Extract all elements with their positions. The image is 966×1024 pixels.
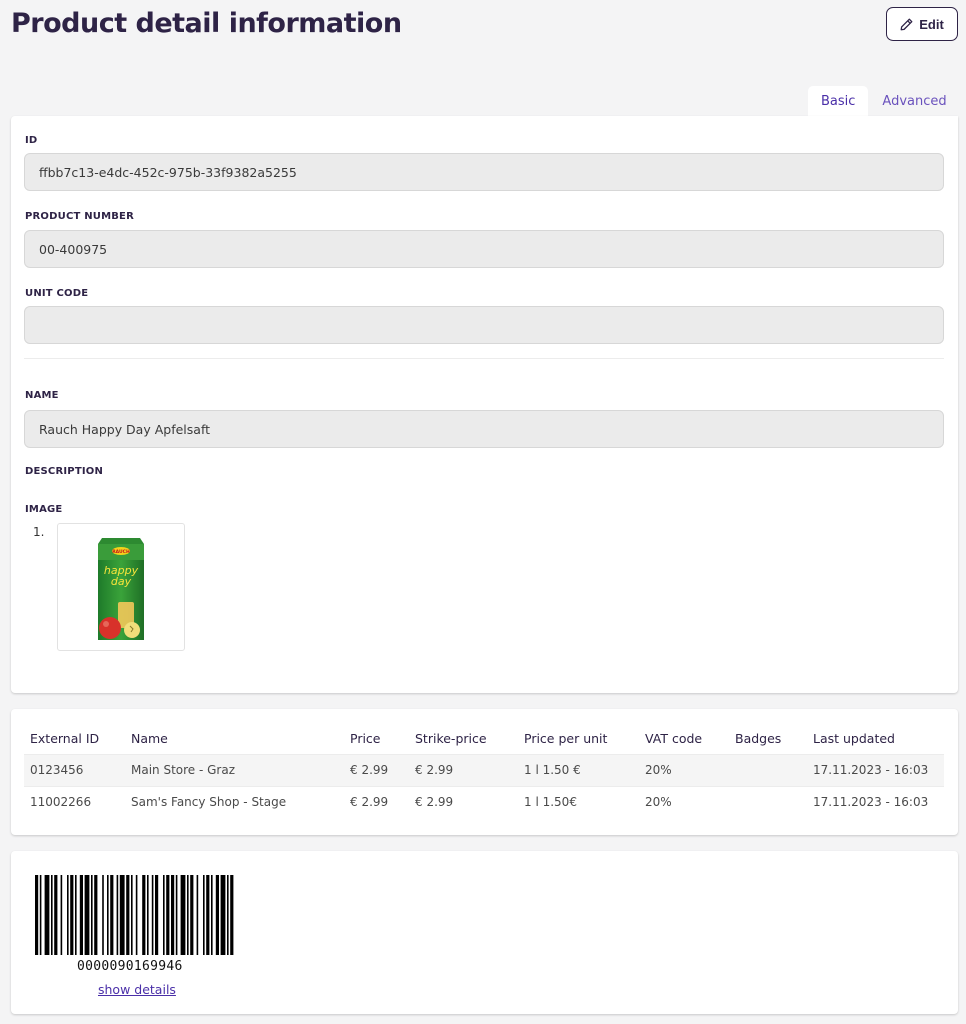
barcode-bar xyxy=(75,875,77,955)
barcode-bar xyxy=(79,875,83,955)
image-label: IMAGE xyxy=(25,504,63,515)
cell-name: Main Store - Graz xyxy=(125,753,344,786)
barcode-bar xyxy=(220,875,226,955)
barcode-bar xyxy=(54,875,58,955)
tab-advanced[interactable]: Advanced xyxy=(868,86,959,116)
barcode-bar xyxy=(190,875,194,955)
product-image[interactable]: RAUCH happy day xyxy=(57,523,185,651)
edit-button-label: Edit xyxy=(919,16,944,32)
barcode-card: 0000090169946 show details xyxy=(11,851,958,1014)
barcode-bar xyxy=(39,875,42,955)
barcode-bar xyxy=(116,875,119,955)
page-title: Product detail information xyxy=(11,8,402,39)
col-external-id: External ID xyxy=(30,730,100,746)
id-label: ID xyxy=(25,135,38,146)
barcode-bar xyxy=(60,875,63,955)
barcode-bar xyxy=(67,875,69,955)
col-price: Price xyxy=(350,730,381,746)
barcode-bar xyxy=(147,875,149,955)
show-details-link[interactable]: show details xyxy=(98,982,176,997)
barcode-bar xyxy=(196,875,199,955)
barcode-number: 0000090169946 xyxy=(77,959,183,974)
barcode-bar xyxy=(155,875,159,955)
col-vat-code: VAT code xyxy=(645,730,703,746)
basic-info-card: ID ffbb7c13-e4dc-452c-975b-33f9382a5255 … xyxy=(11,116,958,693)
barcode-bar xyxy=(131,875,133,955)
barcode-bar xyxy=(35,875,39,955)
cell-vat-code: 20% xyxy=(639,785,729,818)
barcode-bar xyxy=(180,875,186,955)
name-label: NAME xyxy=(25,390,59,401)
prices-table: External ID Name Price Strike-price Pric… xyxy=(24,723,944,818)
barcode-bar xyxy=(203,875,205,955)
barcode-bar xyxy=(187,875,189,955)
barcode-bar xyxy=(44,875,50,955)
cell-last-updated: 17.11.2023 - 16:03 xyxy=(807,753,944,786)
unit-code-field[interactable] xyxy=(24,306,944,344)
col-name: Name xyxy=(131,730,168,746)
product-number-label: PRODUCT NUMBER xyxy=(25,211,134,222)
barcode-bar xyxy=(84,875,90,955)
cell-external-id: 0123456 xyxy=(24,753,125,786)
name-field[interactable]: Rauch Happy Day Apfelsaft xyxy=(24,410,944,448)
pencil-icon xyxy=(900,18,913,30)
barcode-bar xyxy=(211,875,213,955)
divider xyxy=(24,358,944,359)
id-field[interactable]: ffbb7c13-e4dc-452c-975b-33f9382a5255 xyxy=(24,153,944,191)
barcode-bar xyxy=(166,875,170,955)
svg-text:RAUCH: RAUCH xyxy=(112,549,130,555)
barcode-bar xyxy=(51,875,53,955)
col-badges: Badges xyxy=(735,730,782,746)
barcode-bar xyxy=(91,875,93,955)
product-number-field[interactable]: 00-400975 xyxy=(24,230,944,268)
cell-price-per-unit: 1 l 1.50 € xyxy=(518,753,639,786)
barcode-bar xyxy=(94,875,98,955)
barcode-bar xyxy=(230,875,234,955)
description-label: DESCRIPTION xyxy=(25,466,104,477)
tab-bar: Basic Advanced xyxy=(808,86,960,116)
barcode-image xyxy=(35,875,234,955)
col-price-per-unit: Price per unit xyxy=(524,730,608,746)
svg-text:day: day xyxy=(111,575,132,588)
prices-card: External ID Name Price Strike-price Pric… xyxy=(11,709,958,835)
barcode-bar xyxy=(151,875,154,955)
table-row[interactable]: 0123456 Main Store - Graz € 2.99 € 2.99 … xyxy=(24,753,944,786)
col-last-updated: Last updated xyxy=(813,730,895,746)
barcode-bar xyxy=(142,875,146,955)
cell-vat-code: 20% xyxy=(639,753,729,786)
barcode-bar xyxy=(227,875,229,955)
barcode-bar xyxy=(119,875,125,955)
cell-external-id: 11002266 xyxy=(24,785,125,818)
cell-strike-price: € 2.99 xyxy=(409,785,518,818)
cell-last-updated: 17.11.2023 - 16:03 xyxy=(807,785,944,818)
barcode-bar xyxy=(135,875,138,955)
barcode-bar xyxy=(126,875,130,955)
juice-carton-image: RAUCH happy day xyxy=(98,538,144,640)
barcode-bar xyxy=(102,875,104,955)
table-header-row: External ID Name Price Strike-price Pric… xyxy=(24,723,944,754)
barcode-bar xyxy=(175,875,178,955)
barcode-bar xyxy=(206,875,210,955)
cell-name: Sam's Fancy Shop - Stage xyxy=(125,785,344,818)
image-index: 1. xyxy=(33,525,45,539)
cell-strike-price: € 2.99 xyxy=(409,753,518,786)
barcode-bar xyxy=(107,875,109,955)
cell-price-per-unit: 1 l 1.50€ xyxy=(518,785,639,818)
barcode-bar xyxy=(171,875,175,955)
cell-badges xyxy=(729,785,807,818)
tab-basic[interactable]: Basic xyxy=(808,86,869,116)
cell-price: € 2.99 xyxy=(344,785,409,818)
col-strike-price: Strike-price xyxy=(415,730,487,746)
cell-badges xyxy=(729,753,807,786)
barcode-bar xyxy=(70,875,74,955)
cell-price: € 2.99 xyxy=(344,753,409,786)
barcode-bar xyxy=(163,875,165,955)
barcode-bar xyxy=(110,875,114,955)
edit-button[interactable]: Edit xyxy=(886,7,958,41)
barcode-bar xyxy=(215,875,219,955)
unit-code-label: UNIT CODE xyxy=(25,288,89,299)
table-row[interactable]: 11002266 Sam's Fancy Shop - Stage € 2.99… xyxy=(24,785,944,818)
